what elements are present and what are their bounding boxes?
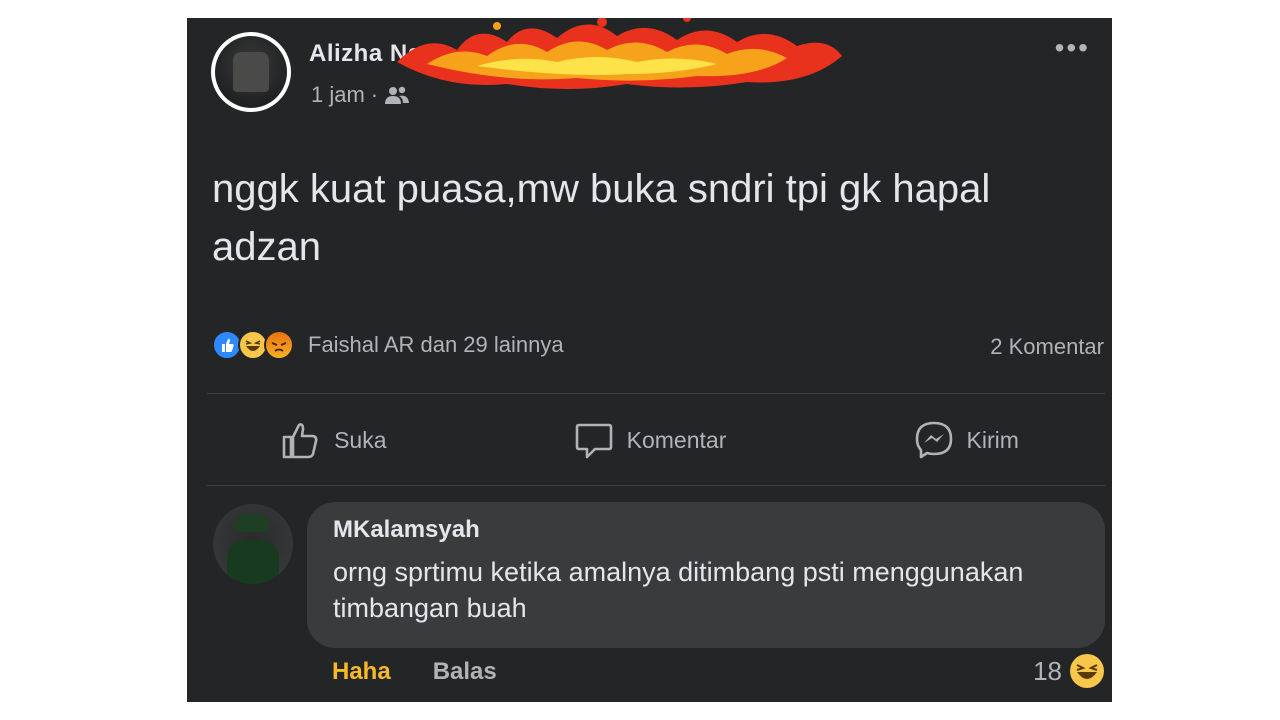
friends-icon — [385, 86, 410, 104]
comment-reaction-button[interactable]: Haha — [332, 658, 391, 686]
like-label: Suka — [334, 426, 387, 453]
meta-separator: · — [370, 82, 379, 107]
reactions-summary[interactable]: Faishal AR dan 29 lainnya — [212, 330, 564, 360]
comment-bubble-icon — [575, 423, 612, 459]
like-button[interactable]: Suka — [268, 413, 398, 467]
facebook-post-card: Alizha Na... 1 jam · ••• nggk kuat puasa… — [187, 18, 1112, 702]
commenter-avatar[interactable] — [213, 504, 293, 584]
more-options-button[interactable]: ••• — [1055, 34, 1090, 62]
comment-button[interactable]: Komentar — [561, 413, 739, 467]
post-meta: 1 jam · — [311, 82, 410, 108]
post-content: nggk kuat puasa,mw buka sndri tpi gk hap… — [212, 167, 991, 269]
post-action-bar: Suka Komentar Kirim — [187, 410, 1112, 470]
haha-icon — [1070, 654, 1104, 688]
reactions-text: Faishal AR dan 29 lainnya — [308, 332, 564, 357]
comment-reaction-count: 18 — [1033, 655, 1062, 686]
send-label: Kirim — [966, 426, 1019, 453]
comment-text: orng sprtimu ketika amalnya ditimbang ps… — [333, 557, 1024, 623]
avatar-body — [227, 540, 279, 584]
comment-bubble: MKalamsyah orng sprtimu ketika amalnya d… — [307, 502, 1105, 648]
comment-reaction-summary[interactable]: 18 — [1033, 654, 1104, 688]
post-time[interactable]: 1 jam — [311, 82, 365, 108]
avatar-cap — [235, 514, 269, 532]
thumbs-up-icon — [282, 423, 318, 459]
author-avatar[interactable] — [211, 32, 291, 112]
author-avatar-image — [215, 36, 287, 108]
angry-icon — [264, 330, 294, 360]
flame-redaction-sticker — [397, 18, 842, 90]
commenter-name[interactable]: MKalamsyah — [333, 516, 1079, 544]
reply-button[interactable]: Balas — [433, 658, 497, 686]
divider-bottom — [207, 485, 1105, 486]
comments-count-link[interactable]: 2 Komentar — [990, 334, 1104, 360]
send-button[interactable]: Kirim — [901, 413, 1031, 467]
divider-top — [207, 393, 1105, 394]
reaction-icons — [212, 330, 294, 360]
avatar-figure — [233, 52, 269, 92]
comment-actions: Haha Balas — [332, 658, 497, 686]
comment-label: Komentar — [626, 426, 727, 453]
messenger-icon — [915, 421, 952, 459]
